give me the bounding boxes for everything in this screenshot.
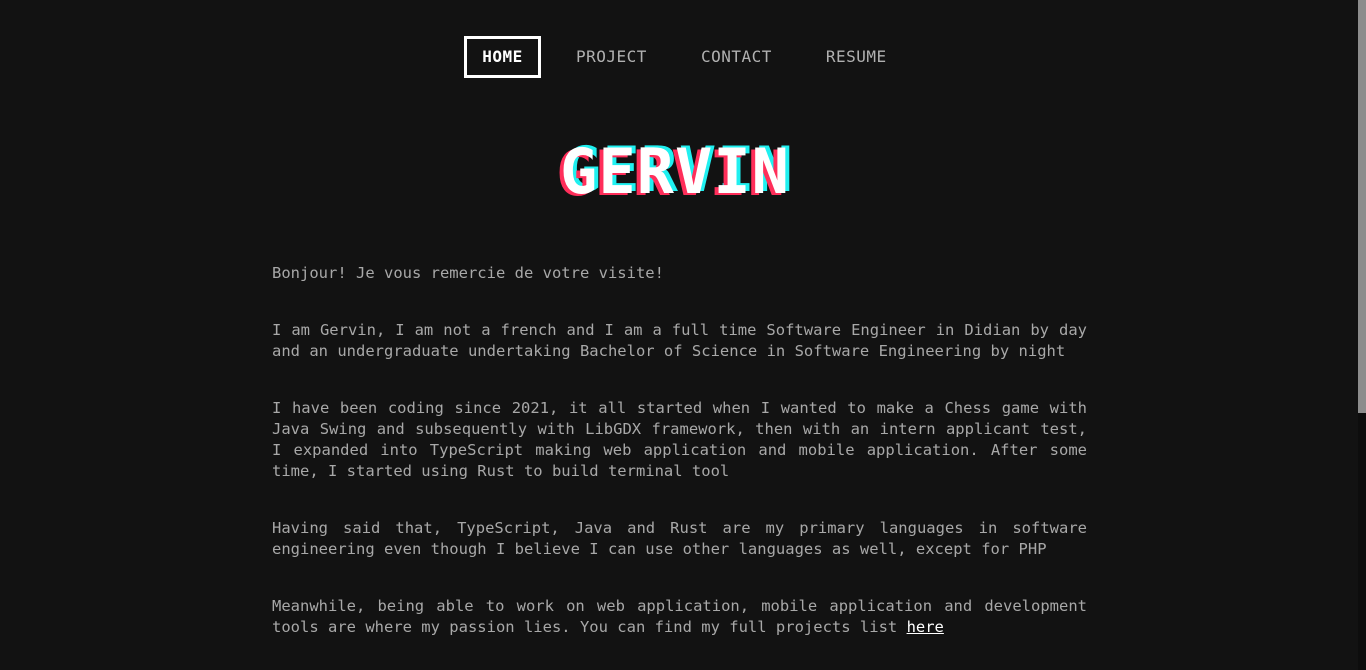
history-paragraph: I have been coding since 2021, it all st…	[272, 399, 1087, 480]
nav-home-link[interactable]: HOME	[464, 36, 541, 78]
greeting-paragraph: Bonjour! Je vous remercie de votre visit…	[272, 264, 664, 282]
intro-paragraph: I am Gervin, I am not a french and I am …	[272, 321, 1087, 360]
nav-contact-link[interactable]: CONTACT	[701, 36, 772, 78]
passion-text: Meanwhile, being able to work on web app…	[272, 597, 1087, 636]
page-scrollbar[interactable]	[1358, 0, 1366, 670]
hero: GERVIN	[0, 134, 1350, 210]
languages-paragraph: Having said that, TypeScript, Java and R…	[272, 519, 1087, 558]
about-content: Bonjour! Je vous remercie de votre visit…	[272, 263, 1087, 670]
nav-resume-link[interactable]: RESUME	[826, 36, 887, 78]
projects-list-link[interactable]: here	[907, 618, 944, 636]
scrollbar-thumb[interactable]	[1358, 0, 1366, 413]
passion-paragraph: Meanwhile, being able to work on web app…	[272, 596, 1087, 638]
hero-title: GERVIN	[560, 135, 790, 208]
main-nav: HOME PROJECT CONTACT RESUME	[464, 36, 887, 78]
nav-project-link[interactable]: PROJECT	[576, 36, 647, 78]
